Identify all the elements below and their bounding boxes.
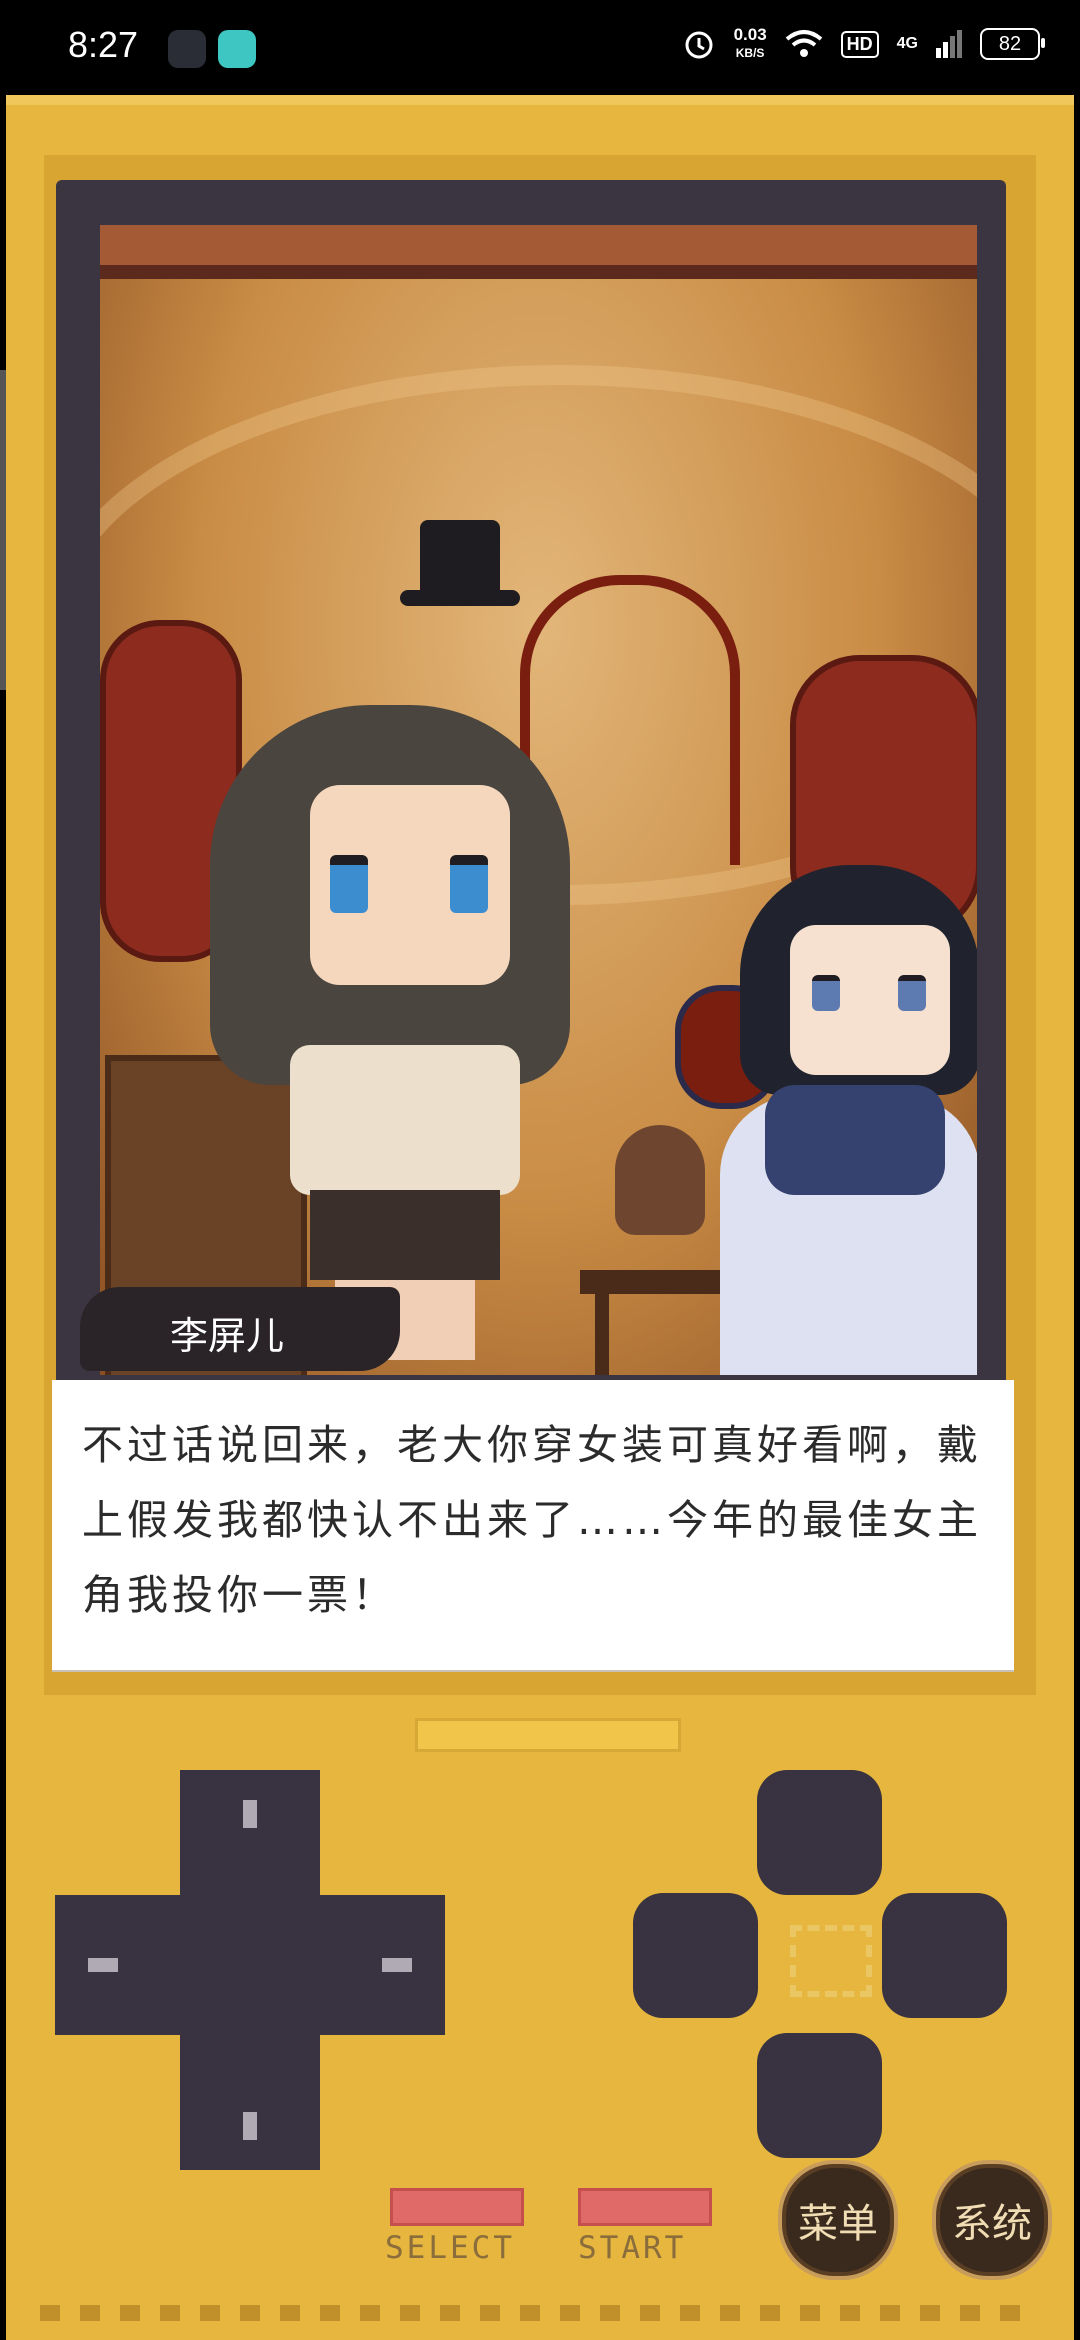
status-icons: 0.03 KB/S HD 4G 82: [682, 26, 1045, 62]
alarm-icon: [685, 31, 713, 59]
dpad-down-icon[interactable]: [243, 2112, 257, 2140]
status-bar: 8:27 0.03 KB/S HD 4G 82: [0, 0, 1080, 95]
dpad-left-icon[interactable]: [88, 1958, 118, 1972]
eye-right: [450, 855, 488, 913]
eye-right: [898, 975, 926, 1011]
wig-stand: [615, 1125, 705, 1235]
hd-badge: HD: [840, 30, 879, 58]
wifi-icon: [785, 30, 822, 57]
console-trim: [6, 95, 1074, 105]
net-speed-unit: KB/S: [735, 46, 765, 60]
action-button-center-marker: [790, 1925, 872, 1997]
dpad-up-icon[interactable]: [243, 1800, 257, 1828]
app-notification-icon: [168, 30, 206, 68]
speaker-name: 李屏儿: [170, 1314, 285, 1358]
select-label: SELECT: [385, 2230, 515, 2266]
console-bottom-strip: [40, 2305, 1030, 2321]
action-button-up[interactable]: [757, 1770, 882, 1895]
menu-button[interactable]: 菜单: [778, 2160, 898, 2280]
start-label: START: [578, 2230, 687, 2266]
clock: 8:27: [68, 24, 139, 65]
action-button-left[interactable]: [633, 1893, 758, 2018]
character-li-face: [790, 925, 950, 1075]
character-protagonist-face: [310, 785, 510, 985]
signal-label: 4G: [896, 35, 918, 52]
eye-left: [812, 975, 840, 1011]
action-button-right[interactable]: [882, 1893, 1007, 2018]
signal-icon: [936, 30, 962, 58]
net-speed-value: 0.03: [733, 25, 767, 44]
top-hat-brim: [400, 590, 520, 606]
curtain-rail: [100, 265, 977, 279]
dpad-right-icon[interactable]: [382, 1958, 412, 1972]
character-protagonist-shorts: [310, 1190, 500, 1280]
start-button[interactable]: [578, 2188, 712, 2226]
action-button-down[interactable]: [757, 2033, 882, 2158]
eye-left: [330, 855, 368, 913]
app-notification-icon-2: [218, 30, 256, 68]
speaker-grille: [415, 1718, 681, 1752]
system-button[interactable]: 系统: [932, 2160, 1052, 2280]
net-speed: 0.03 KB/S: [734, 26, 767, 62]
top-hat: [420, 520, 500, 600]
table-leg: [595, 1294, 609, 1375]
character-protagonist-body: [290, 1045, 520, 1195]
dialogue-text: 不过话说回来，老大你穿女装可真好看啊，戴上假发我都快认不出来了……今年的最佳女主…: [82, 1421, 982, 1619]
dialogue-box[interactable]: 不过话说回来，老大你穿女装可真好看啊，戴上假发我都快认不出来了……今年的最佳女主…: [52, 1380, 1014, 1670]
game-screen[interactable]: [100, 225, 977, 1375]
select-button[interactable]: [390, 2188, 524, 2226]
character-li-bodice: [765, 1085, 945, 1195]
battery-icon: 82: [980, 28, 1045, 60]
